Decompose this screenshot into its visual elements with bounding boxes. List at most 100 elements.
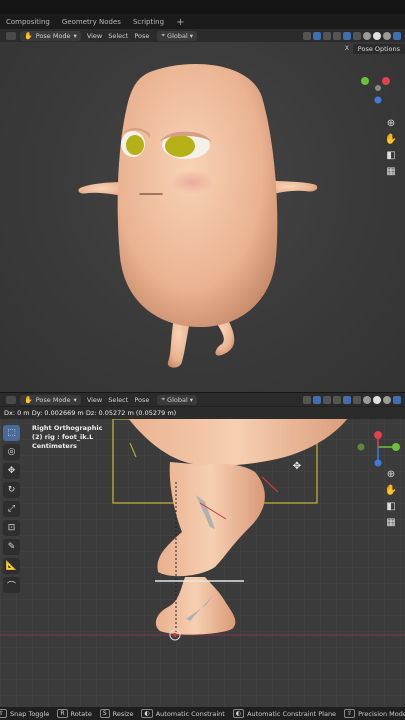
status-item-rotate: R Rotate — [57, 709, 92, 718]
shading-rendered-icon[interactable] — [393, 31, 401, 40]
shading-solid-icon[interactable] — [373, 31, 381, 40]
bottom-mode-label: Pose Mode — [35, 395, 71, 404]
top-orientation-dropdown[interactable]: ⌖ Global ▾ — [157, 30, 198, 41]
bottom-navigation-gizmo[interactable] — [356, 431, 404, 469]
top-header-icons — [303, 31, 401, 40]
gizmo-y-handle[interactable] — [361, 77, 369, 85]
snap-icon[interactable] — [313, 395, 321, 404]
gizmo-y-handle[interactable] — [392, 443, 400, 451]
x-axis-toggle[interactable]: X — [345, 45, 349, 52]
blender-app: Compositing Geometry Nodes Scripting + ✋… — [0, 0, 405, 720]
status-label-auto-constraint: Automatic Constraint — [155, 709, 225, 718]
camera-icon[interactable]: ◧ — [384, 148, 398, 162]
gizmo-z-handle[interactable] — [374, 96, 382, 104]
overlay-icon[interactable] — [343, 395, 351, 404]
rotate-tool-button[interactable]: ↻ — [3, 482, 20, 498]
bottom-menu-select[interactable]: Select — [108, 396, 128, 404]
top-navigation-gizmo[interactable] — [358, 68, 404, 108]
gizmo-neg-y-handle[interactable] — [357, 443, 365, 451]
bottom-mode-dropdown[interactable]: ✋ Pose Mode ▾ — [20, 394, 81, 405]
bottom-menu-pose[interactable]: Pose — [134, 396, 149, 404]
pose-tool-button[interactable]: ⌒ — [3, 577, 20, 593]
visibility-icon[interactable] — [333, 395, 341, 404]
unit-system: Centimeters — [32, 442, 77, 450]
top-mode-dropdown[interactable]: ✋ Pose Mode ▾ — [20, 30, 81, 41]
pose-mode-icon: ✋ — [24, 395, 33, 404]
top-menu-pose[interactable]: Pose — [134, 32, 149, 40]
annotate-tool-button[interactable]: ✎ — [3, 539, 20, 555]
shading-wireframe-icon[interactable] — [363, 31, 371, 40]
xray-icon[interactable] — [353, 395, 361, 404]
mouse-icon: ◐ — [232, 709, 245, 718]
tab-scripting[interactable]: Scripting — [127, 18, 170, 26]
grid-icon[interactable]: ▦ — [384, 515, 398, 529]
viewport-info: Right Orthographic (2) rig : foot_ik.L C… — [32, 424, 102, 451]
hand-pan-icon[interactable]: ✋ — [384, 483, 398, 497]
active-object: (2) rig : foot_ik.L — [32, 433, 94, 441]
zoom-icon[interactable]: ⊕ — [384, 116, 398, 130]
zoom-icon[interactable]: ⊕ — [384, 467, 398, 481]
body — [117, 64, 278, 327]
xray-icon[interactable] — [353, 31, 361, 40]
snap-icon[interactable] — [313, 31, 321, 40]
top-3d-viewport[interactable]: ⊕ ✋ ◧ ▦ — [0, 42, 405, 392]
tab-compositing[interactable]: Compositing — [0, 18, 56, 26]
status-label-precision: Precision Mode — [358, 709, 405, 718]
rig-view — [0, 407, 405, 707]
select-tool-button[interactable]: ⬚ — [3, 425, 20, 441]
move-tool-button[interactable]: ✥ — [3, 463, 20, 479]
mouse-icon: ◐ — [141, 709, 153, 718]
top-strip — [0, 0, 405, 14]
bottom-3d-viewport[interactable]: ⊕ ✋ ◧ ▦ ✥ — [0, 407, 405, 707]
pose-options-button[interactable]: Pose Options — [352, 44, 405, 54]
character-render — [78, 64, 318, 368]
gizmo-x-handle[interactable] — [382, 77, 390, 85]
hand-pan-icon[interactable]: ✋ — [384, 132, 398, 146]
gizmo-neg-z-handle[interactable] — [374, 459, 382, 467]
status-bar: ⇧ Snap Toggle R Rotate S Resize ◐ Automa… — [0, 707, 405, 720]
bottom-menu-view[interactable]: View — [87, 396, 102, 404]
cursor-tool-button[interactable]: ◎ — [3, 444, 20, 460]
bottom-orientation-dropdown[interactable]: ⌖ Global ▾ — [157, 394, 198, 405]
shading-material-icon[interactable] — [383, 395, 391, 404]
3d-cursor-center — [173, 633, 177, 637]
key-hint-icon: ⇧ — [0, 709, 8, 718]
top-menu-select[interactable]: Select — [108, 32, 128, 40]
chevron-down-icon: ▾ — [189, 395, 194, 404]
add-workspace-button[interactable]: + — [170, 17, 190, 28]
measure-tool-button[interactable]: 📐 — [3, 558, 20, 574]
top-mode-label: Pose Mode — [35, 31, 71, 40]
shading-solid-icon[interactable] — [373, 395, 381, 404]
proportional-icon[interactable] — [323, 395, 331, 404]
status-key-resize: S — [99, 709, 110, 718]
pivot-icon[interactable] — [303, 31, 311, 40]
shading-material-icon[interactable] — [383, 31, 391, 40]
chevron-down-icon: ▾ — [189, 31, 194, 40]
status-key-rotate: R — [57, 709, 68, 718]
status-item-auto-constraint-plane: ◐ Automatic Constraint Plane — [232, 709, 337, 718]
scale-tool-button[interactable]: ⤢ — [3, 501, 20, 517]
gizmo-z-handle[interactable] — [374, 431, 382, 439]
shading-wireframe-icon[interactable] — [363, 395, 371, 404]
grid-icon[interactable]: ▦ — [384, 164, 398, 178]
camera-icon[interactable]: ◧ — [384, 499, 398, 513]
top-viewport-header: ✋ Pose Mode ▾ View Select Pose ⌖ Global … — [0, 29, 405, 43]
editor-type-icon[interactable] — [6, 396, 16, 404]
overlay-icon[interactable] — [343, 31, 351, 40]
status-label-resize: Resize — [112, 709, 134, 718]
tab-geometry-nodes[interactable]: Geometry Nodes — [56, 18, 127, 26]
editor-type-icon[interactable] — [6, 32, 16, 40]
pivot-icon[interactable] — [303, 395, 311, 404]
bottom-viewport-header: ✋ Pose Mode ▾ View Select Pose ⌖ Global … — [0, 393, 405, 407]
shading-rendered-icon[interactable] — [393, 395, 401, 404]
chevron-down-icon: ▾ — [73, 395, 77, 404]
orientation-icon: ⌖ — [161, 395, 166, 403]
transform-tool-button[interactable]: ⊡ — [3, 520, 20, 536]
status-item-resize: S Resize — [99, 709, 134, 718]
top-menu-view[interactable]: View — [87, 32, 102, 40]
transform-delta-readout: Dx: 0 m Dy: 0.002669 m Dz: 0.05272 m (0.… — [0, 407, 405, 419]
proportional-icon[interactable] — [323, 31, 331, 40]
status-label-snap-toggle: Snap Toggle — [10, 709, 50, 718]
status-label-auto-constraint-plane: Automatic Constraint Plane — [247, 709, 337, 718]
visibility-icon[interactable] — [333, 31, 341, 40]
